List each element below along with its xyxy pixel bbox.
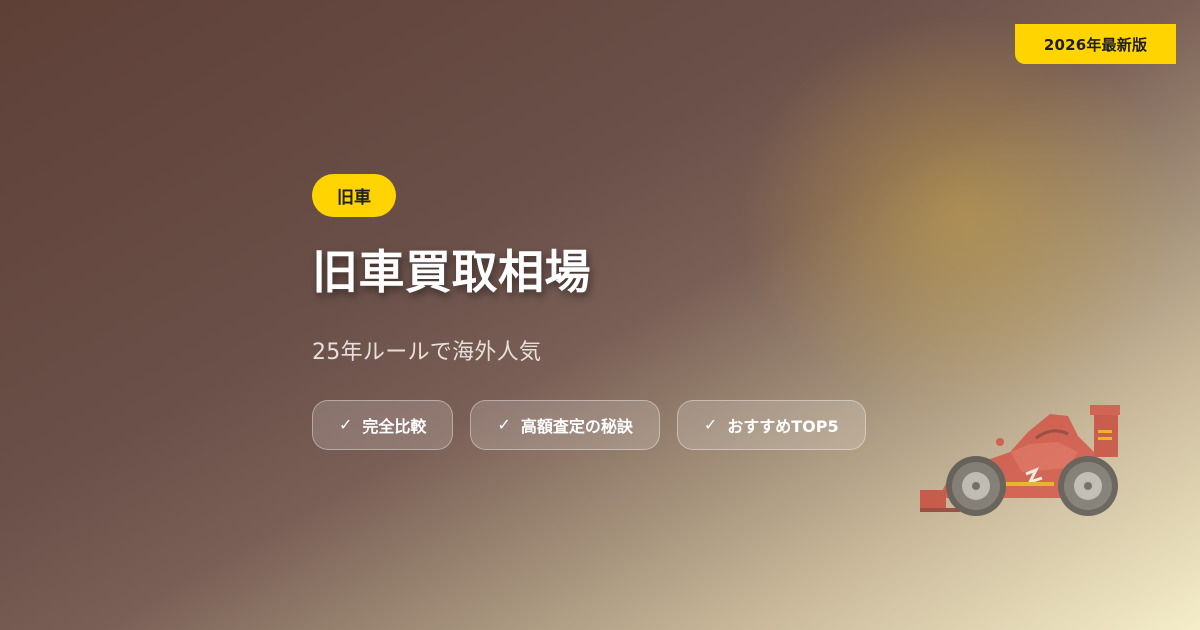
page-subtitle: 25年ルールで海外人気	[312, 339, 542, 365]
feature-tag: ✓ 完全比較	[312, 399, 454, 450]
feature-tag-label: 完全比較	[362, 416, 427, 436]
check-icon: ✓	[497, 415, 511, 435]
check-icon: ✓	[703, 415, 718, 435]
hero-content: 旧車 旧車買取相場 25年ルールで海外人気 ✓ 完全比較 ✓ 高額査定の秘訣 ✓…	[312, 174, 866, 450]
category-pill: 旧車	[312, 174, 396, 217]
hero-card: 2026年最新版 旧車 旧車買取相場 25年ルールで海外人気 ✓ 完全比較 ✓ …	[0, 0, 1200, 630]
check-icon: ✓	[339, 415, 353, 435]
feature-tag-label: おすすめTOP5	[727, 416, 839, 436]
feature-tag: ✓ 高額査定の秘訣	[470, 399, 660, 450]
page-title: 旧車買取相場	[312, 245, 591, 299]
race-car-icon	[920, 405, 1120, 516]
feature-tag-label: 高額査定の秘訣	[520, 416, 633, 436]
feature-tag: ✓ おすすめTOP5	[676, 399, 866, 450]
year-badge: 2026年最新版	[1015, 24, 1176, 64]
feature-tags: ✓ 完全比較 ✓ 高額査定の秘訣 ✓ おすすめTOP5	[312, 399, 866, 450]
